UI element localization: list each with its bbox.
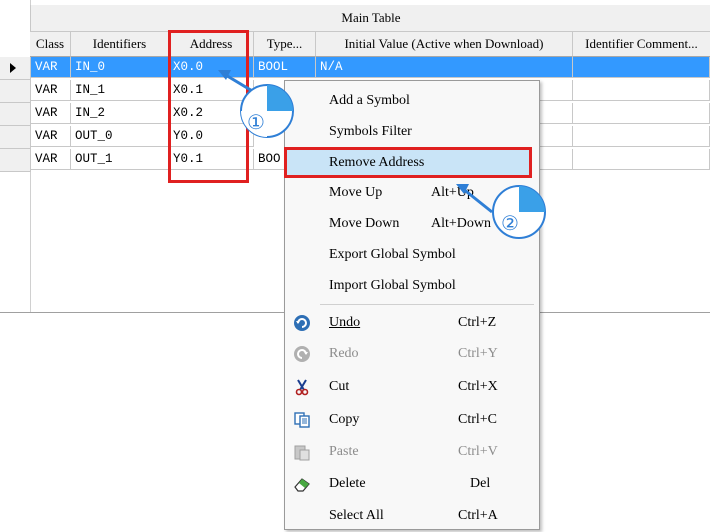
step-1-label: ① [247,110,265,134]
callout-arrow-2 [461,186,493,214]
step-2-badge [491,184,547,240]
step-2-label: ② [501,211,519,235]
callout-overlay [218,70,493,214]
